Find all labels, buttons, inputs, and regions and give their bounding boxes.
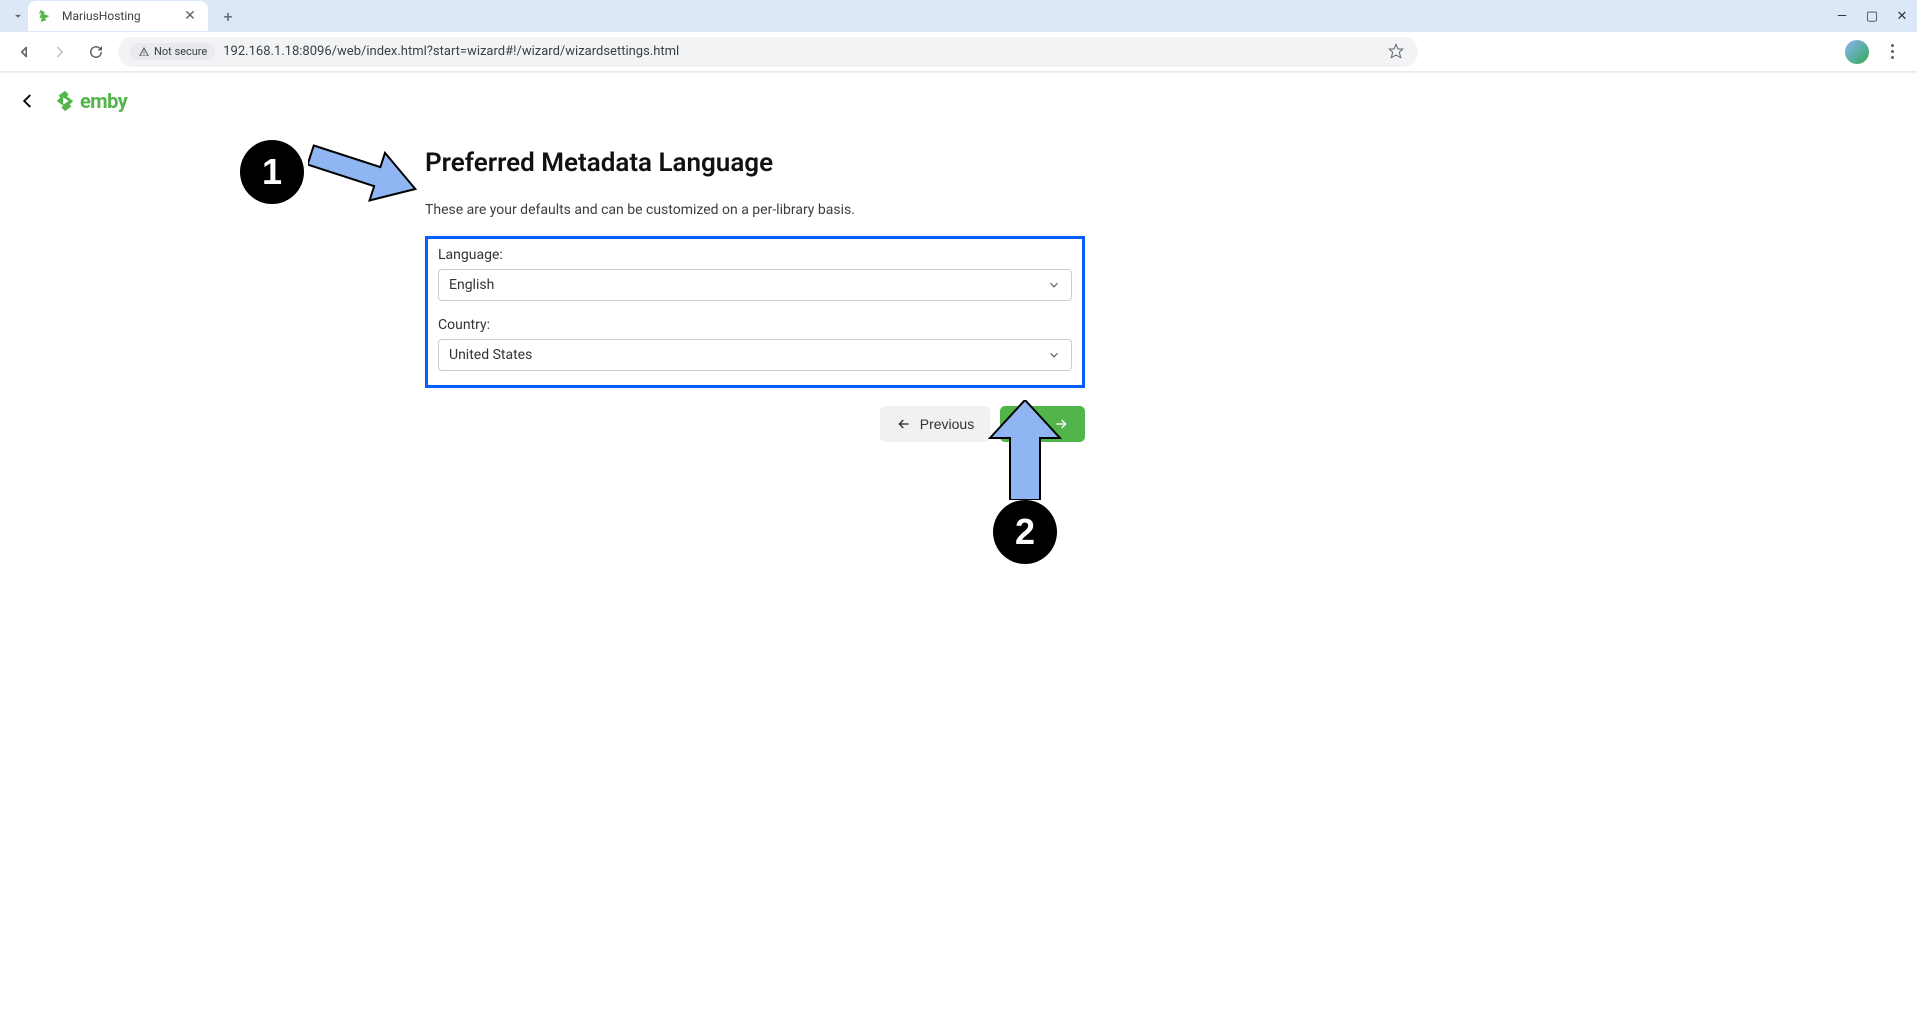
previous-button[interactable]: Previous bbox=[880, 406, 990, 442]
bookmark-star-icon[interactable] bbox=[1388, 43, 1406, 61]
security-label: Not secure bbox=[154, 45, 207, 58]
browser-toolbar: Not secure 192.168.1.18:8096/web/index.h… bbox=[0, 32, 1917, 72]
language-select[interactable]: English bbox=[438, 269, 1072, 301]
tabs-section: MariusHosting ✕ + bbox=[8, 0, 242, 32]
security-chip[interactable]: Not secure bbox=[130, 43, 215, 60]
app-back-button[interactable] bbox=[16, 89, 40, 113]
maximize-icon[interactable]: ▢ bbox=[1865, 9, 1879, 23]
language-value: English bbox=[449, 277, 494, 293]
next-label: Next bbox=[1016, 416, 1045, 432]
tab-title: MariusHosting bbox=[62, 9, 174, 23]
wizard-panel: Preferred Metadata Language These are yo… bbox=[425, 148, 1085, 388]
country-select[interactable]: United States bbox=[438, 339, 1072, 371]
chevron-down-icon bbox=[1047, 348, 1061, 362]
minimize-icon[interactable]: — bbox=[1835, 9, 1849, 23]
new-tab-button[interactable]: + bbox=[214, 2, 242, 30]
address-bar[interactable]: Not secure 192.168.1.18:8096/web/index.h… bbox=[118, 37, 1418, 67]
url-text: 192.168.1.18:8096/web/index.html?start=w… bbox=[223, 44, 1380, 59]
next-button[interactable]: Next bbox=[1000, 406, 1085, 442]
annotation-callout-1: 1 bbox=[240, 140, 418, 204]
arrow-left-icon bbox=[896, 416, 912, 432]
emby-logo[interactable]: emby bbox=[54, 89, 127, 113]
language-field: Language: English bbox=[438, 247, 1072, 301]
annotation-badge-2: 2 bbox=[993, 500, 1057, 564]
main-content: Preferred Metadata Language These are yo… bbox=[0, 128, 1917, 442]
annotation-arrow-right-icon bbox=[308, 142, 418, 202]
form-highlight-box: Language: English Country: United States bbox=[425, 236, 1085, 388]
chevron-down-icon bbox=[1047, 278, 1061, 292]
country-field: Country: United States bbox=[438, 317, 1072, 371]
language-label: Language: bbox=[438, 247, 1072, 263]
tab-search-icon[interactable] bbox=[8, 2, 28, 30]
toolbar-right bbox=[1845, 40, 1907, 64]
browser-tab[interactable]: MariusHosting ✕ bbox=[28, 1, 208, 31]
forward-button[interactable] bbox=[46, 38, 74, 66]
page-subtitle: These are your defaults and can be custo… bbox=[425, 202, 1085, 218]
emby-logo-icon bbox=[54, 90, 76, 112]
annotation-badge-1: 1 bbox=[240, 140, 304, 204]
profile-avatar[interactable] bbox=[1845, 40, 1869, 64]
emby-wordmark: emby bbox=[80, 89, 127, 113]
close-icon[interactable]: ✕ bbox=[182, 8, 198, 24]
arrow-right-icon bbox=[1053, 416, 1069, 432]
previous-label: Previous bbox=[920, 416, 974, 432]
browser-tab-strip: MariusHosting ✕ + — ▢ ✕ bbox=[0, 0, 1917, 32]
country-value: United States bbox=[449, 347, 532, 363]
wizard-button-row: Previous Next bbox=[425, 406, 1085, 442]
window-controls: — ▢ ✕ bbox=[1835, 0, 1909, 32]
warning-icon bbox=[138, 46, 150, 58]
page-title: Preferred Metadata Language bbox=[425, 148, 1085, 178]
reload-button[interactable] bbox=[82, 38, 110, 66]
back-button[interactable] bbox=[10, 38, 38, 66]
close-window-icon[interactable]: ✕ bbox=[1895, 9, 1909, 23]
tab-favicon-icon bbox=[38, 8, 54, 24]
country-label: Country: bbox=[438, 317, 1072, 333]
menu-icon[interactable] bbox=[1883, 44, 1901, 59]
app-header: emby bbox=[0, 72, 1917, 128]
